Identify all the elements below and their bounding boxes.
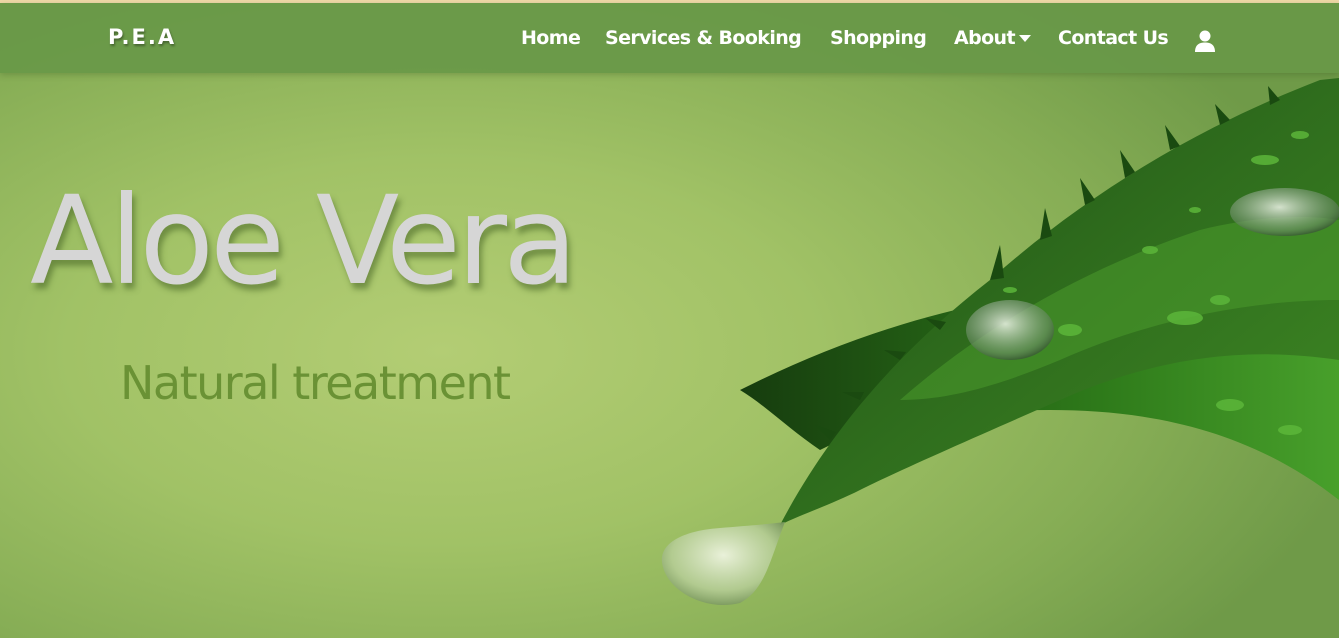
nav-shopping[interactable]: Shopping [830,27,927,49]
brand-logo[interactable]: P.E.A [108,25,176,49]
user-icon[interactable] [1195,30,1215,52]
nav-about[interactable]: About [954,27,1031,49]
nav-services-booking[interactable]: Services & Booking [605,27,802,49]
hero-subtitle: Natural treatment [120,356,511,410]
aloe-leaf-image [661,78,1339,606]
caret-down-icon [1018,35,1031,42]
nav-about-label: About [954,27,1016,49]
nav-home[interactable]: Home [521,27,581,49]
hero-title: Aloe Vera [30,170,578,312]
nav-contact[interactable]: Contact Us [1058,27,1169,49]
